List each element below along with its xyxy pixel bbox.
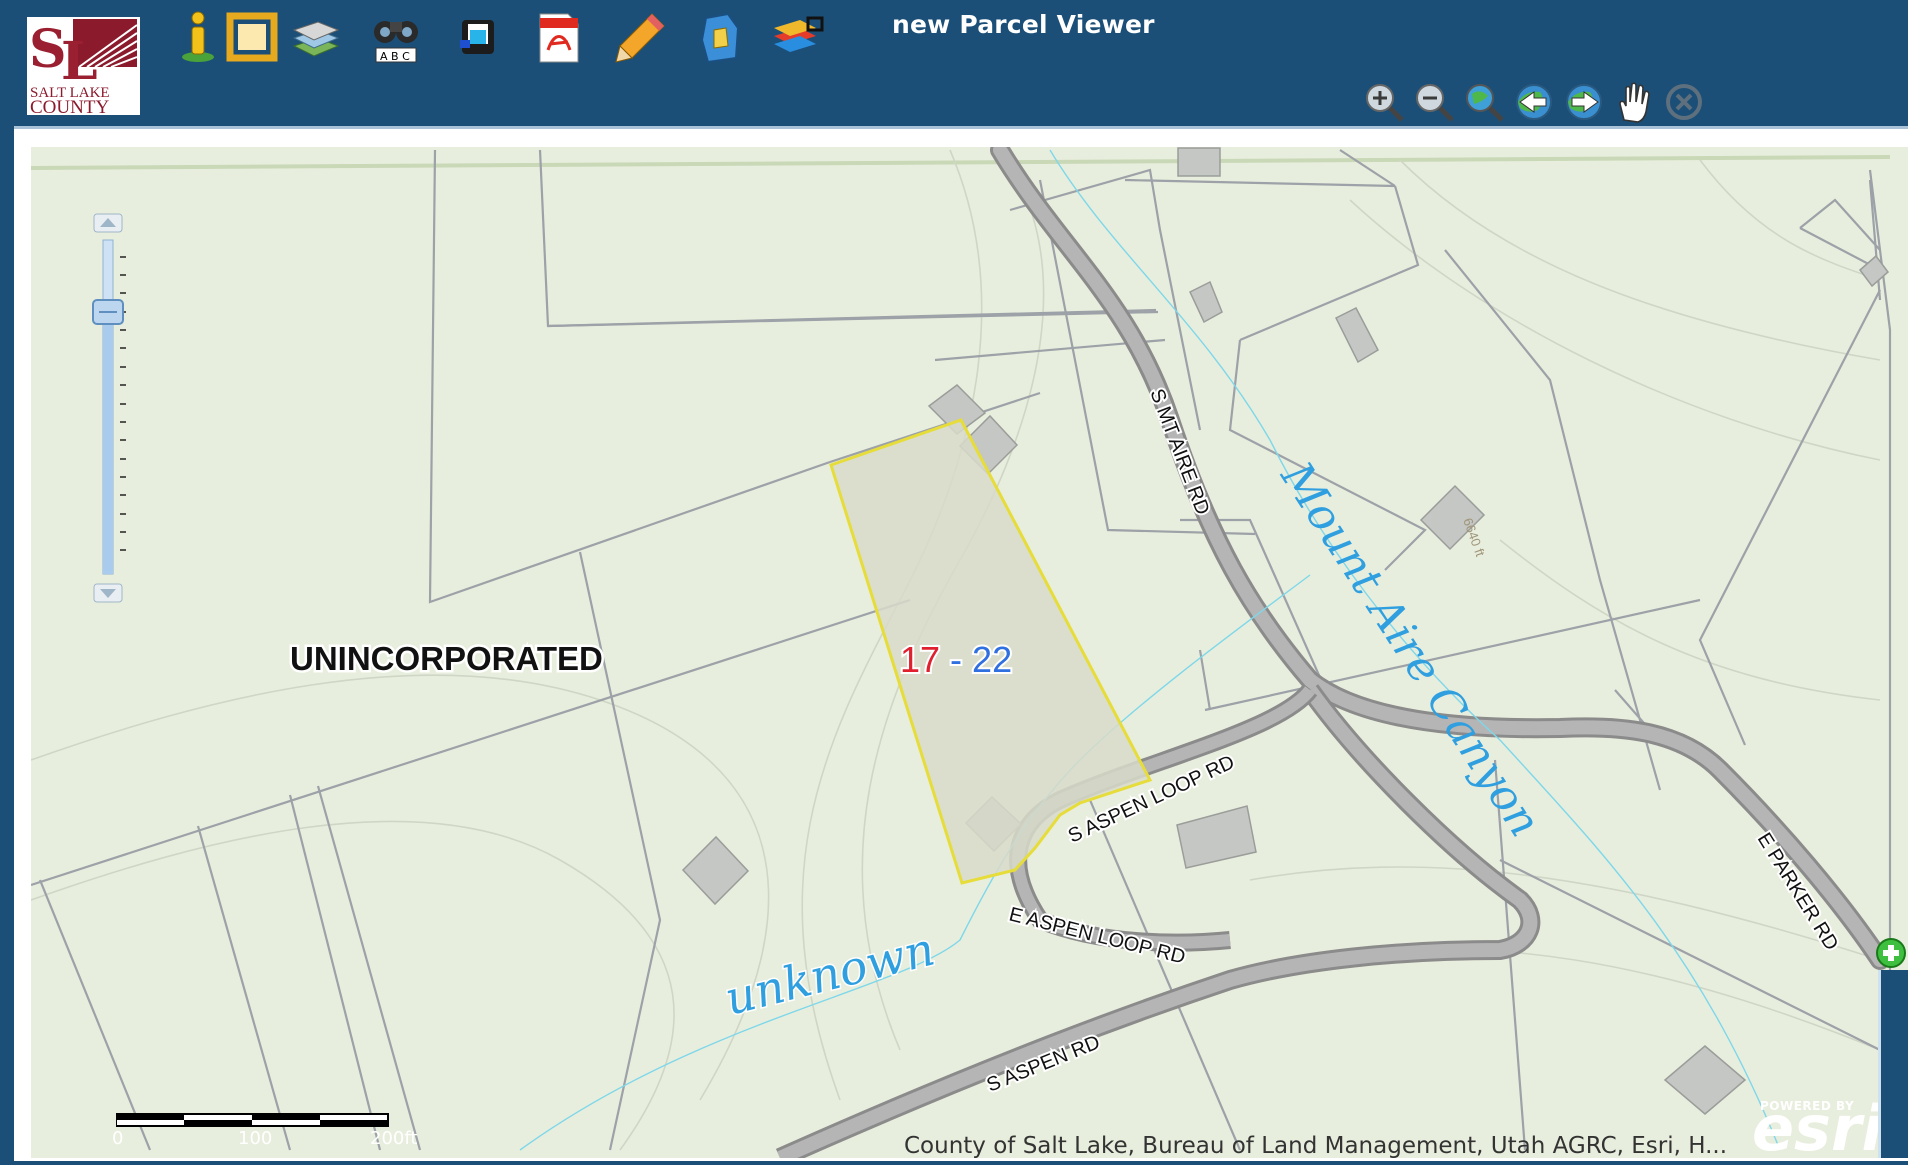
map-attribution: County of Salt Lake, Bureau of Land Mana… — [904, 1133, 1728, 1159]
pencil-draw-icon[interactable] — [612, 10, 668, 66]
scale-label-200ft: 200ft — [370, 1128, 418, 1149]
scale-label-100: 100 — [238, 1128, 273, 1149]
svg-text:L: L — [61, 31, 98, 92]
map-frame-icon[interactable] — [224, 10, 280, 66]
identify-icon[interactable] — [170, 10, 226, 66]
svg-text:17 - 22: 17 - 22 — [900, 639, 1012, 680]
basemap-icon[interactable] — [770, 10, 826, 66]
overview-map-panel[interactable] — [1878, 970, 1908, 1158]
binoculars-search-icon[interactable]: A B C — [368, 10, 424, 66]
full-extent-icon[interactable] — [1462, 80, 1506, 124]
parcel-number-part1: 17 — [900, 639, 940, 680]
unincorporated-label: UNINCORPORATED — [290, 640, 603, 677]
next-extent-icon[interactable] — [1562, 80, 1606, 124]
esri-logo[interactable]: esri — [1752, 1098, 1883, 1160]
pdf-icon[interactable] — [530, 10, 586, 66]
svg-text:A B C: A B C — [380, 50, 410, 63]
logo-text-county: COUNTY — [30, 97, 109, 115]
app-title: new Parcel Viewer — [892, 10, 1155, 39]
overview-toggle-plus-icon[interactable] — [1874, 936, 1908, 970]
zoom-in-icon[interactable] — [1362, 80, 1406, 124]
deactivate-icon[interactable] — [1662, 80, 1706, 124]
top-toolbar: S L SALT LAKE COUNTY A B C new Parcel Vi… — [0, 0, 1908, 126]
scale-label-0: 0 — [112, 1128, 124, 1149]
salt-lake-county-logo[interactable]: S L SALT LAKE COUNTY — [27, 17, 140, 115]
map-view[interactable]: UNINCORPORATED 17 - 22 Mount Aire Canyon… — [31, 147, 1908, 1158]
parcel-number-part2: 22 — [972, 639, 1012, 680]
previous-extent-icon[interactable] — [1512, 80, 1556, 124]
zoom-out-icon[interactable] — [1412, 80, 1456, 124]
pan-hand-icon[interactable] — [1612, 80, 1656, 124]
parcel-shape-icon[interactable] — [692, 10, 748, 66]
print-icon[interactable] — [450, 10, 506, 66]
parcel-number-separator: - — [940, 639, 972, 680]
layers-icon[interactable] — [288, 10, 344, 66]
zoom-slider[interactable] — [92, 212, 127, 604]
